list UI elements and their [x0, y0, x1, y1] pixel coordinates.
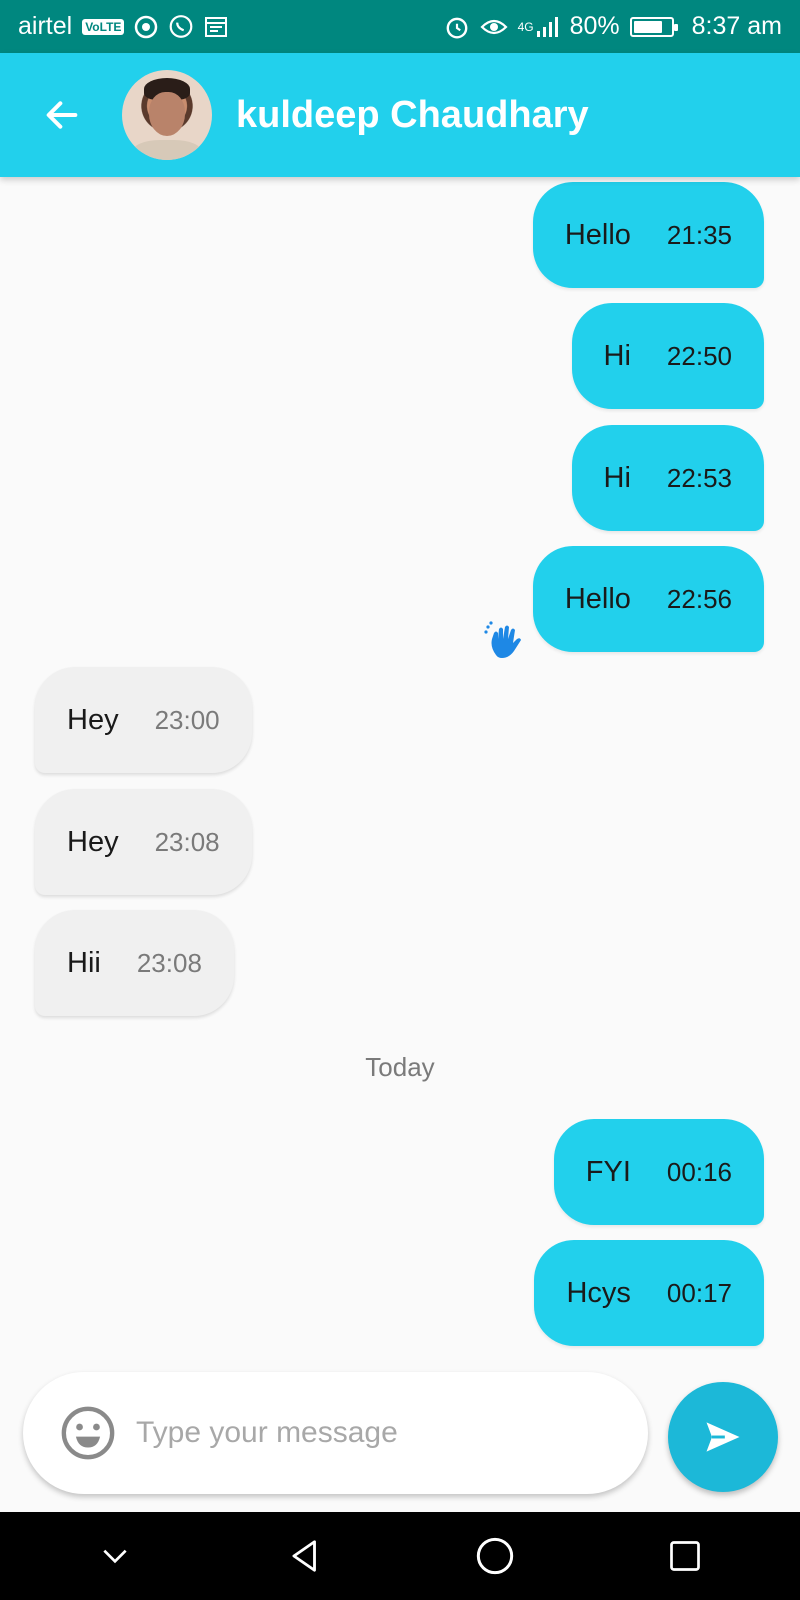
message-text: Hello	[564, 582, 631, 615]
message-time: 23:08	[154, 826, 220, 857]
carrier-label: airtel	[18, 12, 73, 40]
chat-screen: airtel VoLTE 4G 80% 8:37 am kuldeep Chau…	[0, 0, 800, 1600]
message-text: Hii	[67, 946, 101, 979]
contact-name[interactable]: kuldeep Chaudhary	[236, 94, 589, 137]
message-bubble-outgoing[interactable]: FYI 00:16	[553, 1119, 764, 1225]
emoji-button[interactable]	[58, 1403, 118, 1463]
calendar-icon	[204, 15, 228, 39]
eye-icon	[480, 15, 508, 39]
home-circle-icon	[476, 1537, 514, 1575]
message-time: 00:16	[666, 1156, 732, 1187]
message-bubble-outgoing[interactable]: Hi 22:53	[571, 425, 764, 531]
message-text: FYI	[585, 1155, 631, 1188]
nav-hide-button[interactable]	[80, 1521, 150, 1591]
message-bubble-outgoing[interactable]: Hello 21:35	[532, 182, 764, 288]
battery-icon	[629, 16, 678, 37]
message-text: Hey	[67, 825, 119, 858]
status-bar: airtel VoLTE 4G 80% 8:37 am	[0, 0, 800, 53]
message-text: Hello	[564, 218, 631, 251]
nav-back-button[interactable]	[270, 1521, 340, 1591]
message-time: 23:08	[136, 947, 202, 978]
message-bubble-outgoing[interactable]: Hcys 00:17	[534, 1240, 764, 1346]
date-separator: Today	[365, 1052, 435, 1082]
avatar-face	[149, 92, 185, 136]
chevron-down-icon	[103, 1549, 127, 1564]
waving-hand-icon	[484, 621, 521, 658]
recents-square-icon	[670, 1541, 700, 1571]
whatsapp-icon	[168, 14, 194, 40]
message-bubble-incoming[interactable]: Hey 23:08	[35, 789, 252, 895]
battery-percent: 80%	[569, 12, 620, 40]
message-time: 22:56	[666, 583, 732, 614]
back-triangle-icon	[292, 1540, 316, 1572]
message-text: Hcys	[566, 1276, 631, 1309]
message-input-box[interactable]	[23, 1372, 648, 1494]
message-time: 00:17	[666, 1277, 732, 1308]
message-time: 22:53	[666, 462, 732, 493]
chat-header: kuldeep Chaudhary	[0, 53, 800, 177]
message-text: Hi	[603, 339, 631, 372]
message-text: Hey	[67, 703, 119, 736]
contact-avatar[interactable]	[122, 70, 212, 160]
message-text: Hi	[603, 461, 631, 494]
message-input[interactable]	[136, 1416, 616, 1450]
network-label: 4G	[517, 19, 534, 34]
message-bubble-incoming[interactable]: Hey 23:00	[35, 667, 252, 773]
chrome-icon	[134, 15, 158, 39]
avatar-shirt	[132, 140, 202, 160]
system-nav-bar	[0, 1512, 800, 1600]
battery-fill	[633, 20, 663, 33]
message-composer	[0, 1362, 800, 1512]
volte-badge: VoLTE	[82, 18, 125, 35]
message-time: 22:50	[666, 340, 732, 371]
nav-recents-button[interactable]	[650, 1521, 720, 1591]
message-bubble-outgoing[interactable]: Hello 22:56	[532, 546, 764, 652]
smiley-icon	[61, 1406, 115, 1460]
message-time: 23:00	[154, 704, 220, 735]
status-time: 8:37 am	[691, 12, 782, 40]
alarm-icon	[444, 14, 470, 40]
send-button[interactable]	[668, 1382, 778, 1492]
signal-icon: 4G	[518, 16, 560, 38]
message-bubble-outgoing[interactable]: Hi 22:50	[571, 303, 764, 409]
back-button[interactable]	[32, 85, 92, 145]
message-bubble-incoming[interactable]: Hii 23:08	[35, 910, 234, 1016]
arrow-left-icon	[46, 101, 78, 129]
send-icon	[706, 1422, 740, 1452]
message-list[interactable]: Hello 21:35 Hi 22:50 Hi 22:53 Hello 22:5…	[0, 177, 800, 1362]
message-time: 21:35	[666, 219, 732, 250]
nav-home-button[interactable]	[460, 1521, 530, 1591]
